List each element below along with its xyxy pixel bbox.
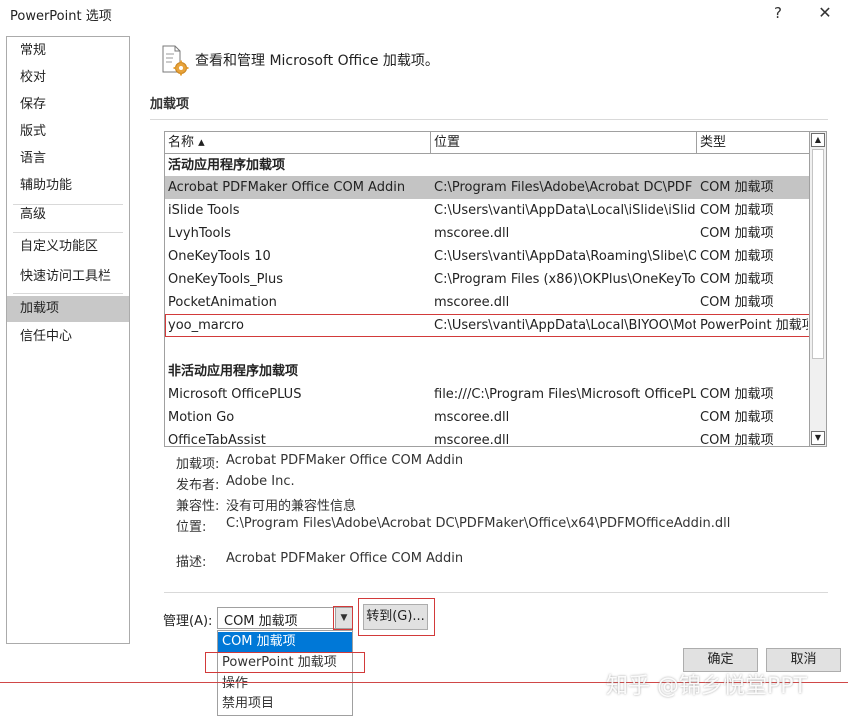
addin-name: Acrobat PDFMaker Office COM Addin (168, 180, 406, 195)
addin-name: Microsoft OfficePLUS (168, 387, 302, 402)
header-description: 查看和管理 Microsoft Office 加载项。 (195, 53, 439, 69)
help-button[interactable]: ? (765, 2, 791, 24)
sidebar-divider (13, 293, 123, 294)
table-row[interactable]: Motion Go mscoree.dll COM 加载项 (165, 406, 809, 429)
column-header-location[interactable]: 位置 (431, 132, 697, 153)
detail-desc-value: Acrobat PDFMaker Office COM Addin (226, 551, 464, 566)
addin-type: COM 加载项 (700, 272, 774, 287)
addin-type: COM 加载项 (700, 387, 774, 402)
detail-publisher-value: Adobe Inc. (226, 474, 295, 489)
addin-name: OneKeyTools 10 (168, 249, 271, 264)
sidebar-item-general[interactable]: 常规 (7, 38, 129, 64)
addins-table: 名称 ▴ 位置 类型 活动应用程序加载项 Acrobat PDFMaker Of… (164, 131, 810, 447)
manage-label: 管理(A): (163, 614, 213, 629)
sidebar-item-advanced[interactable]: 高级 (7, 202, 129, 228)
table-row[interactable]: Microsoft OfficePLUS file:///C:\Program … (165, 383, 809, 406)
scroll-up-icon[interactable]: ▲ (811, 133, 825, 147)
addin-location: C:\Users\vanti\AppData\Roaming\Slibe\On (434, 249, 696, 264)
sidebar-item-addins[interactable]: 加载项 (7, 296, 129, 322)
detail-addin-label: 加载项: (176, 457, 220, 472)
addin-type: COM 加载项 (700, 203, 774, 218)
table-row[interactable]: OneKeyTools_Plus C:\Program Files (x86)\… (165, 268, 809, 291)
addin-type: COM 加载项 (700, 410, 774, 425)
go-button[interactable]: 转到(G)... (363, 604, 428, 630)
watermark-text: 知乎 @锦乡悦堂PPT (606, 674, 807, 699)
column-header-type[interactable]: 类型 (697, 132, 809, 153)
sidebar-item-quick-access[interactable]: 快速访问工具栏 (7, 264, 129, 290)
window-title: PowerPoint 选项 (10, 9, 112, 24)
addin-location: mscoree.dll (434, 295, 510, 310)
dropdown-option-actions[interactable]: 操作 (218, 674, 352, 694)
detail-location-label: 位置: (176, 520, 207, 535)
addin-type: COM 加载项 (700, 249, 774, 264)
addins-section-label: 加载项 (150, 97, 190, 112)
addin-location: mscoree.dll (434, 410, 510, 425)
highlight-box (333, 606, 353, 630)
sidebar-item-proofing[interactable]: 校对 (7, 65, 129, 91)
addin-name: Motion Go (168, 410, 235, 425)
table-row[interactable]: OneKeyTools 10 C:\Users\vanti\AppData\Ro… (165, 245, 809, 268)
addin-type: COM 加载项 (700, 226, 774, 241)
sidebar-item-customize-ribbon[interactable]: 自定义功能区 (7, 234, 129, 260)
dropdown-option-disabled[interactable]: 禁用项目 (218, 694, 352, 714)
detail-desc-label: 描述: (176, 555, 207, 570)
manage-divider (164, 592, 828, 593)
options-sidebar: 常规 校对 保存 版式 语言 辅助功能 高级 自定义功能区 快速访问工具栏 加载… (6, 36, 130, 644)
table-row[interactable]: iSlide Tools C:\Users\vanti\AppData\Loca… (165, 199, 809, 222)
addin-type: COM 加载项 (700, 180, 774, 195)
manage-dropdown-list: COM 加载项 PowerPoint 加载项 操作 禁用项目 (217, 630, 353, 716)
sidebar-item-language[interactable]: 语言 (7, 146, 129, 172)
title-bar: PowerPoint 选项 ? ✕ (0, 0, 848, 28)
table-header: 名称 ▴ 位置 类型 (165, 132, 809, 154)
addin-name: LvyhTools (168, 226, 231, 241)
addin-name: OfficeTabAssist (168, 433, 266, 447)
inactive-group-header: 非活动应用程序加载项 (168, 364, 299, 379)
table-row[interactable]: LvyhTools mscoree.dll COM 加载项 (165, 222, 809, 245)
addin-location: mscoree.dll (434, 433, 510, 447)
addin-type: PowerPoint 加载项 (700, 318, 808, 333)
addin-type: COM 加载项 (700, 295, 774, 310)
table-row[interactable]: Acrobat PDFMaker Office COM Addin C:\Pro… (165, 176, 809, 199)
dropdown-option-com[interactable]: COM 加载项 (218, 632, 352, 652)
sidebar-item-accessibility[interactable]: 辅助功能 (7, 173, 129, 199)
table-row[interactable]: PocketAnimation mscoree.dll COM 加载项 (165, 291, 809, 314)
scroll-down-icon[interactable]: ▼ (811, 431, 825, 445)
detail-publisher-label: 发布者: (176, 478, 220, 493)
active-group-header: 活动应用程序加载项 (168, 158, 286, 173)
sidebar-item-trust-center[interactable]: 信任中心 (7, 324, 129, 350)
detail-compat-value: 没有可用的兼容性信息 (226, 499, 357, 514)
column-header-name[interactable]: 名称 ▴ (165, 132, 431, 153)
addin-name: yoo_marcro (168, 318, 244, 333)
manage-select-value: COM 加载项 (224, 614, 298, 629)
addin-name: OneKeyTools_Plus (168, 272, 284, 287)
sidebar-item-layout[interactable]: 版式 (7, 119, 129, 145)
addin-location: C:\Program Files\Adobe\Acrobat DC\PDF (434, 180, 693, 195)
addin-location: C:\Users\vanti\AppData\Local\BIYOO\Moti (434, 318, 696, 333)
table-row-highlighted[interactable]: yoo_marcro C:\Users\vanti\AppData\Local\… (165, 314, 809, 337)
scroll-thumb[interactable] (812, 149, 824, 359)
sidebar-divider (13, 232, 123, 233)
section-divider (150, 119, 828, 120)
sidebar-item-save[interactable]: 保存 (7, 92, 129, 118)
table-row[interactable]: OfficeTabAssist mscoree.dll COM 加载项 (165, 429, 809, 447)
addin-name: iSlide Tools (168, 203, 240, 218)
addin-location: mscoree.dll (434, 226, 510, 241)
detail-compat-label: 兼容性: (176, 499, 220, 514)
addin-location: C:\Program Files (x86)\OKPlus\OneKeyToo (434, 272, 696, 287)
highlight-box (205, 652, 365, 673)
addin-gear-icon (160, 44, 190, 76)
addin-name: PocketAnimation (168, 295, 277, 310)
detail-location-value: C:\Program Files\Adobe\Acrobat DC\PDFMak… (226, 516, 731, 531)
addin-location: file:///C:\Program Files\Microsoft Offic… (434, 387, 696, 402)
detail-addin-value: Acrobat PDFMaker Office COM Addin (226, 453, 464, 468)
addin-type: COM 加载项 (700, 433, 774, 447)
table-scrollbar[interactable]: ▲ ▼ (810, 131, 827, 447)
addin-location: C:\Users\vanti\AppData\Local\iSlide\iSli… (434, 203, 696, 218)
close-button[interactable]: ✕ (812, 2, 838, 24)
